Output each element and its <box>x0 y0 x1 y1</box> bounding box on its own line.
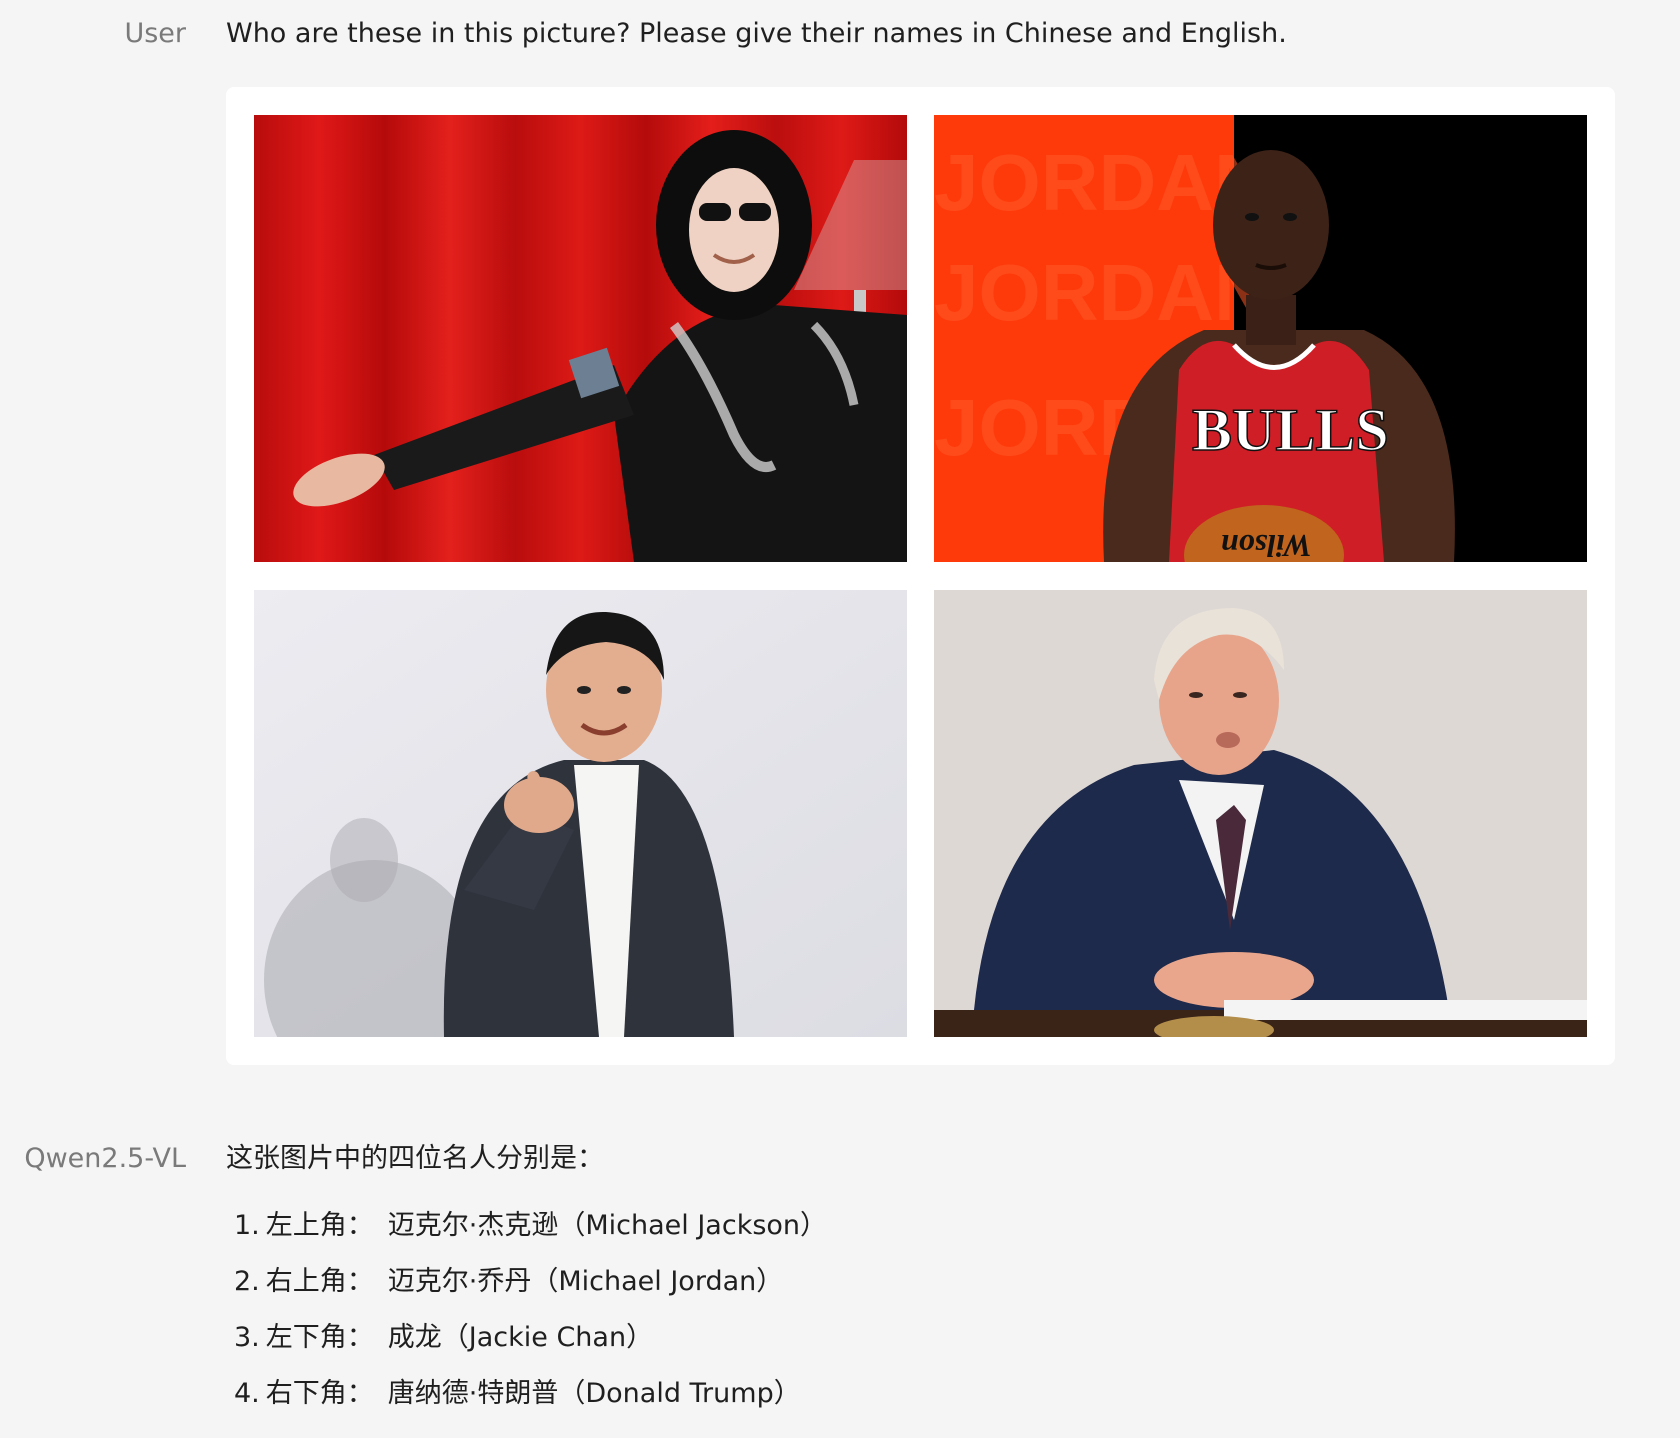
photo-top-left[interactable] <box>254 115 907 562</box>
ball-text: Wilson <box>1221 528 1312 562</box>
item-position: 左上角： <box>265 1210 374 1241</box>
item-name: 迈克尔·乔丹（Michael Jordan） <box>387 1266 784 1297</box>
list-item: 2. 右上角： 迈克尔·乔丹（Michael Jordan） <box>234 1268 827 1324</box>
list-item: 4. 右下角： 唐纳德·特朗普（Donald Trump） <box>234 1380 827 1436</box>
chat-page: User Who are these in this picture? Plea… <box>0 0 1680 1438</box>
performer-photo-icon <box>254 115 907 562</box>
man-at-desk-photo-icon <box>934 590 1587 1037</box>
answer-list: 1. 左上角： 迈克尔·杰克逊（Michael Jackson） 2. 右上角： 迈克尔… <box>234 1212 827 1436</box>
user-message: Who are these in this picture? Please gi… <box>226 18 1287 49</box>
jersey-text: BULLS <box>1192 397 1389 463</box>
user-role-label: User <box>124 18 186 49</box>
item-number: 4. <box>234 1378 260 1409</box>
actor-photo-icon <box>254 590 907 1037</box>
item-position: 左下角： <box>265 1322 374 1353</box>
item-name: 唐纳德·特朗普（Donald Trump） <box>387 1378 801 1409</box>
item-number: 3. <box>234 1322 260 1353</box>
basketball-player-photo-icon: JORDAN JORDAN JORDAN BULLS Wilson <box>934 115 1587 562</box>
item-number: 1. <box>234 1210 260 1241</box>
list-item: 1. 左上角： 迈克尔·杰克逊（Michael Jackson） <box>234 1212 827 1268</box>
model-intro-text: 这张图片中的四位名人分别是： <box>226 1143 604 1174</box>
model-role-label: Qwen2.5-VL <box>24 1143 186 1174</box>
item-number: 2. <box>234 1266 260 1297</box>
item-name: 迈克尔·杰克逊（Michael Jackson） <box>387 1210 828 1241</box>
item-position: 右上角： <box>265 1266 374 1297</box>
item-position: 右下角： <box>265 1378 374 1409</box>
image-card: JORDAN JORDAN JORDAN BULLS Wilson <box>226 87 1615 1065</box>
photo-bottom-left[interactable] <box>254 590 907 1037</box>
item-name: 成龙（Jackie Chan） <box>387 1322 654 1353</box>
photo-top-right[interactable]: JORDAN JORDAN JORDAN BULLS Wilson <box>934 115 1587 562</box>
photo-bottom-right[interactable] <box>934 590 1587 1037</box>
list-item: 3. 左下角： 成龙（Jackie Chan） <box>234 1324 827 1380</box>
